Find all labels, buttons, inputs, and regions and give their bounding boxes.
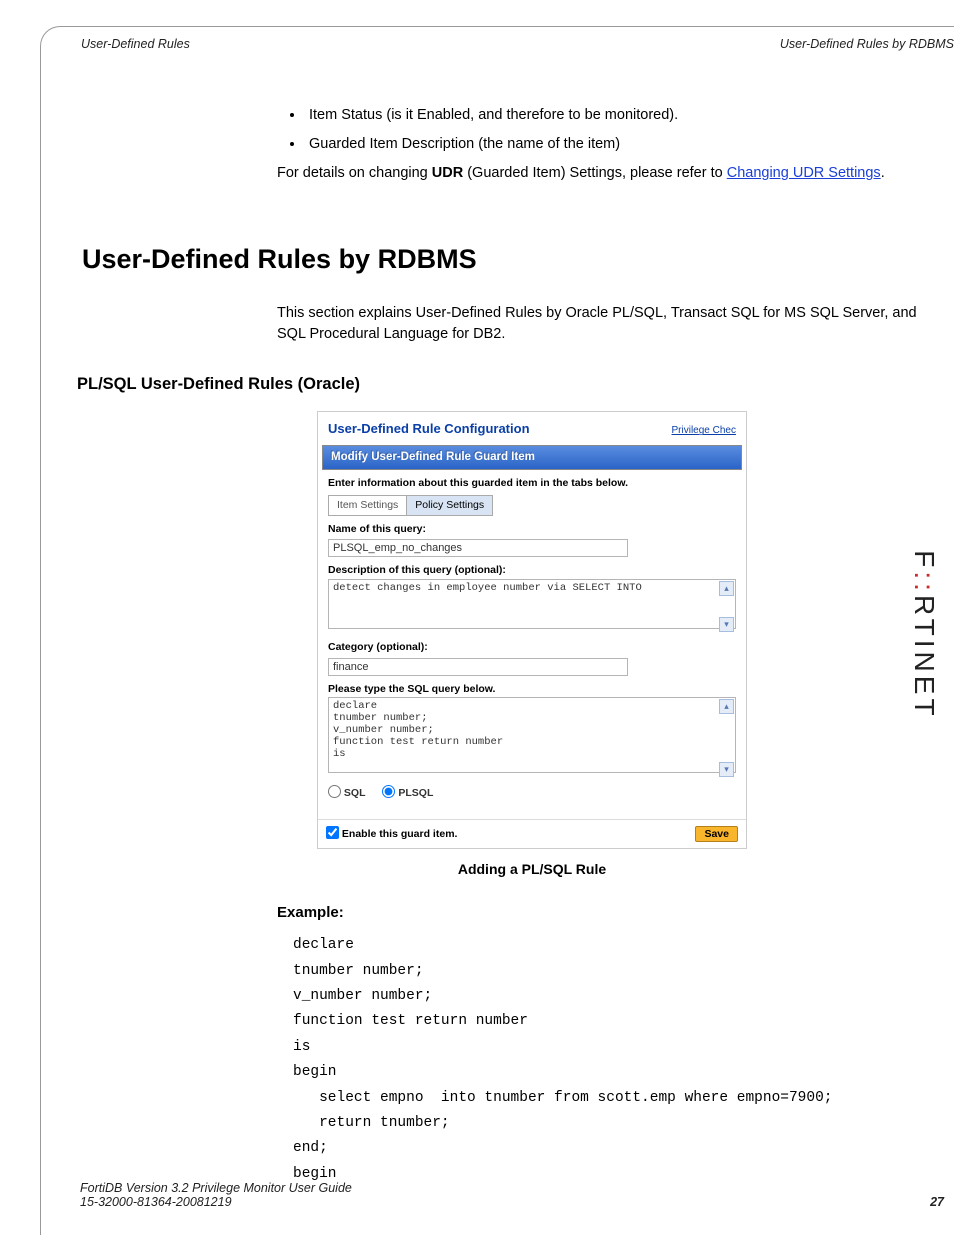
page-footer: FortiDB Version 3.2 Privilege Monitor Us… — [80, 1181, 944, 1209]
figure-caption: Adding a PL/SQL Rule — [317, 859, 747, 879]
content-area: Item Status (is it Enabled, and therefor… — [41, 51, 954, 1187]
scroll-down-icon[interactable]: ▾ — [719, 617, 734, 632]
radio-sql-label: SQL — [344, 787, 366, 799]
footer-left: FortiDB Version 3.2 Privilege Monitor Us… — [80, 1181, 352, 1209]
dialog-footer: Enable this guard item. Save — [318, 819, 746, 848]
enable-guard-checkbox[interactable]: Enable this guard item. — [326, 826, 457, 842]
changing-udr-settings-link[interactable]: Changing UDR Settings — [727, 165, 881, 181]
label-category: Category (optional): — [328, 640, 736, 655]
paragraph: For details on changing UDR (Guarded Ite… — [277, 163, 930, 184]
text: (Guarded Item) Settings, please refer to — [463, 165, 727, 181]
header-right: User-Defined Rules by RDBMS — [780, 37, 954, 51]
scroll-up-icon[interactable]: ▴ — [719, 699, 734, 714]
privilege-check-link[interactable]: Privilege Chec — [672, 424, 736, 439]
list-item: Guarded Item Description (the name of th… — [305, 134, 930, 155]
section-heading: User-Defined Rules by RDBMS — [82, 240, 930, 279]
page-frame: User-Defined Rules User-Defined Rules by… — [40, 26, 954, 1235]
save-button[interactable]: Save — [695, 826, 738, 842]
intro-paragraph: This section explains User-Defined Rules… — [277, 303, 930, 345]
subsection-heading: PL/SQL User-Defined Rules (Oracle) — [77, 373, 930, 397]
label-query-desc: Description of this query (optional): — [328, 563, 736, 578]
tab-item-settings[interactable]: Item Settings — [328, 495, 406, 516]
tabs: Item Settings Policy Settings — [328, 495, 736, 516]
bold-text: UDR — [432, 165, 463, 181]
radio-plsql[interactable]: PLSQL — [382, 787, 433, 799]
dialog-hint: Enter information about this guarded ite… — [328, 476, 736, 491]
header-left: User-Defined Rules — [81, 37, 190, 51]
udr-config-dialog: User-Defined Rule Configuration Privileg… — [317, 411, 747, 849]
brand-red-dots: :: — [909, 571, 940, 595]
radio-sql[interactable]: SQL — [328, 787, 366, 799]
code-block: declare tnumber number; v_number number;… — [293, 933, 930, 1187]
label-sql: Please type the SQL query below. — [328, 682, 736, 697]
dialog-titlebar: User-Defined Rule Configuration Privileg… — [318, 412, 746, 441]
dialog-title: User-Defined Rule Configuration — [328, 420, 530, 439]
category-input[interactable] — [328, 658, 628, 676]
fortinet-logo: F::RTINET — [908, 550, 940, 719]
dialog-body: Enter information about this guarded ite… — [318, 470, 746, 811]
bullet-list: Item Status (is it Enabled, and therefor… — [305, 105, 930, 155]
scroll-down-icon[interactable]: ▾ — [719, 762, 734, 777]
text: . — [881, 165, 885, 181]
brand-post: RTINET — [909, 594, 940, 719]
radio-plsql-label: PLSQL — [398, 787, 433, 799]
list-item: Item Status (is it Enabled, and therefor… — [305, 105, 930, 126]
tab-policy-settings[interactable]: Policy Settings — [406, 495, 493, 516]
query-desc-textarea[interactable]: detect changes in employee number via SE… — [328, 579, 736, 629]
text: For details on changing — [277, 165, 432, 181]
label-query-name: Name of this query: — [328, 522, 736, 537]
running-header: User-Defined Rules User-Defined Rules by… — [41, 37, 954, 51]
footer-docid: 15-32000-81364-20081219 — [80, 1195, 352, 1209]
dialog-subheader: Modify User-Defined Rule Guard Item — [322, 445, 742, 470]
footer-title: FortiDB Version 3.2 Privilege Monitor Us… — [80, 1181, 352, 1195]
example-heading: Example: — [277, 902, 930, 924]
query-name-input[interactable] — [328, 539, 628, 557]
page-number: 27 — [930, 1195, 944, 1209]
sql-type-radios: SQL PLSQL — [328, 785, 736, 801]
sql-query-textarea[interactable]: declare tnumber number; v_number number;… — [328, 697, 736, 773]
brand-pre: F — [909, 550, 940, 571]
enable-guard-label: Enable this guard item. — [342, 828, 458, 840]
scroll-up-icon[interactable]: ▴ — [719, 581, 734, 596]
